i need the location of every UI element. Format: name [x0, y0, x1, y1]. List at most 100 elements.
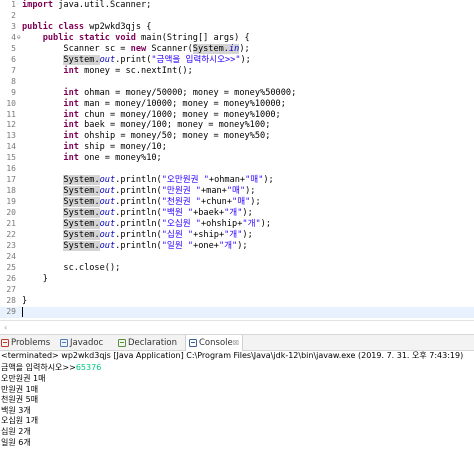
line-number: 23 — [6, 240, 16, 250]
code-line[interactable]: 28} — [0, 296, 474, 307]
code-token: public — [42, 32, 74, 43]
code-line[interactable]: 24 — [0, 252, 474, 263]
tab-declaration[interactable]: Declaration — [118, 335, 177, 351]
line-number: 16 — [6, 164, 16, 174]
code-text: int man = money/10000; money = money%100… — [22, 99, 286, 110]
line-number: 24 — [6, 251, 16, 261]
code-token: class — [58, 21, 85, 32]
code-line[interactable]: 11 int chun = money/1000; money = money%… — [0, 110, 474, 121]
code-line[interactable]: 12 int baek = money/100; money = money%1… — [0, 120, 474, 131]
code-text: int chun = money/1000; money = money%100… — [22, 110, 280, 121]
code-token: sc.close(); — [22, 262, 121, 273]
line-number: 18 — [6, 186, 16, 196]
code-line[interactable]: 17 System.out.println("오만원권 "+ohman+"매")… — [0, 175, 474, 186]
code-line[interactable]: 13 int ohship = money/50; money = money%… — [0, 131, 474, 142]
code-token: "일원 " — [161, 240, 194, 251]
line-number: 4 — [11, 32, 16, 42]
code-token: System. — [63, 197, 100, 208]
code-token: System. — [63, 219, 100, 229]
tab-label: Javadoc — [70, 338, 104, 348]
code-line[interactable]: 15 int one = money%10; — [0, 153, 474, 164]
code-token: baek = money/100; money = money%100; — [78, 120, 271, 131]
tab-problems[interactable]: Problems — [1, 335, 50, 351]
code-text: System.out.println("천원권 "+chun+"매"); — [22, 197, 261, 208]
line-number: 13 — [6, 131, 16, 141]
code-token: "개" — [242, 219, 261, 229]
code-token: out — [99, 175, 116, 186]
code-line[interactable]: 14 int ship = money/10; — [0, 142, 474, 153]
console-output-line: 일원 6개 — [1, 437, 31, 447]
code-text: public static void main(String[] args) { — [22, 33, 250, 44]
line-number: 26 — [6, 273, 16, 283]
console-prompt: 금액을 입력하시오>> — [1, 362, 76, 372]
fold-toggle-icon[interactable]: ⊖ — [17, 34, 21, 42]
tab-javadoc[interactable]: Javadoc — [60, 335, 103, 351]
declaration-icon — [118, 339, 126, 347]
code-token: "만원권 " — [161, 186, 201, 197]
code-line[interactable]: 18 System.out.println("만원권 "+man+"매"); — [0, 186, 474, 197]
code-text: System.out.println("일원 "+one+"개"); — [22, 240, 248, 252]
line-number: 11 — [6, 109, 16, 119]
code-token: ohship = money/50; money = money%50; — [78, 131, 271, 142]
console-icon — [189, 339, 197, 347]
problems-icon — [1, 339, 9, 347]
code-token: ship = money/10; — [78, 142, 167, 153]
code-token: new — [130, 43, 147, 54]
line-number: 9 — [11, 87, 16, 97]
code-line[interactable]: 1 import java.util.Scanner; — [0, 0, 474, 11]
line-number: 14 — [6, 142, 16, 152]
line-number: 27 — [6, 284, 16, 294]
console-output[interactable]: <terminated> wp2wkd3qjs [Java Applicatio… — [0, 351, 474, 460]
code-token: "십원 " — [161, 229, 194, 240]
code-line[interactable]: 20 System.out.println("백원 "+baek+"개"); — [0, 208, 474, 219]
console-user-input: 65376 — [75, 362, 102, 372]
line-number: 7 — [11, 65, 16, 75]
code-line[interactable]: 6 System.out.print("금액을 입력하시오>>"); — [0, 54, 474, 66]
code-token: .println( — [115, 219, 162, 229]
code-line[interactable]: 2 — [0, 11, 474, 22]
code-line[interactable]: 27 — [0, 285, 474, 296]
code-token: } — [22, 295, 28, 306]
tab-console[interactable]: Console ☒ — [185, 335, 244, 351]
code-text: System.out.println("십원 "+ship+"개"); — [22, 229, 253, 241]
line-number: 17 — [6, 175, 16, 185]
scroll-left-icon[interactable]: ‹ — [4, 323, 7, 332]
code-line[interactable]: 7 int money = sc.nextInt(); — [0, 66, 474, 77]
code-line[interactable]: 25 sc.close(); — [0, 263, 474, 274]
code-token: "매" — [245, 175, 264, 186]
line-number: 15 — [6, 153, 16, 163]
code-text: import java.util.Scanner; — [22, 0, 151, 11]
code-line[interactable]: 10 int man = money/10000; money = money%… — [0, 99, 474, 110]
code-line[interactable]: 23 System.out.println("일원 "+one+"개"); — [0, 240, 474, 252]
code-line[interactable]: 9 int ohman = money/50000; money = money… — [0, 88, 474, 99]
code-token: int — [63, 87, 79, 98]
code-line[interactable]: 26 } — [0, 274, 474, 285]
code-token: out — [99, 219, 116, 229]
code-line[interactable]: 22 System.out.println("십원 "+ship+"개"); — [0, 229, 474, 241]
code-line[interactable]: 29 — [0, 306, 474, 318]
code-editor[interactable]: 1 import java.util.Scanner; 2 3 public class… — [0, 0, 474, 320]
code-token: .println( — [115, 175, 162, 186]
code-token: in — [228, 43, 240, 54]
code-token: System. — [63, 240, 100, 251]
code-line[interactable]: 21 System.out.println("오십원 "+ohship+"개")… — [0, 219, 474, 230]
code-token: out — [99, 54, 116, 65]
code-line[interactable]: 3 public class wp2wkd3qjs { — [0, 22, 474, 33]
code-line[interactable]: 8 — [0, 77, 474, 88]
close-tab-icon[interactable]: ☒ — [233, 339, 239, 347]
code-line[interactable]: 19 System.out.println("천원권 "+chun+"매"); — [0, 197, 474, 208]
code-line[interactable]: 4 ⊖ public static void main(String[] args… — [0, 33, 474, 44]
code-token: out — [99, 229, 116, 240]
code-token: ); — [242, 229, 253, 240]
code-token: "개" — [224, 229, 243, 240]
code-line[interactable]: 5 Scanner sc = new Scanner(System.in); — [0, 43, 474, 55]
line-number: 6 — [11, 54, 16, 64]
code-token: main(String[] args) { — [135, 32, 250, 43]
code-line[interactable]: 16 — [0, 164, 474, 175]
horizontal-scrollbar[interactable]: ‹ — [0, 320, 474, 334]
